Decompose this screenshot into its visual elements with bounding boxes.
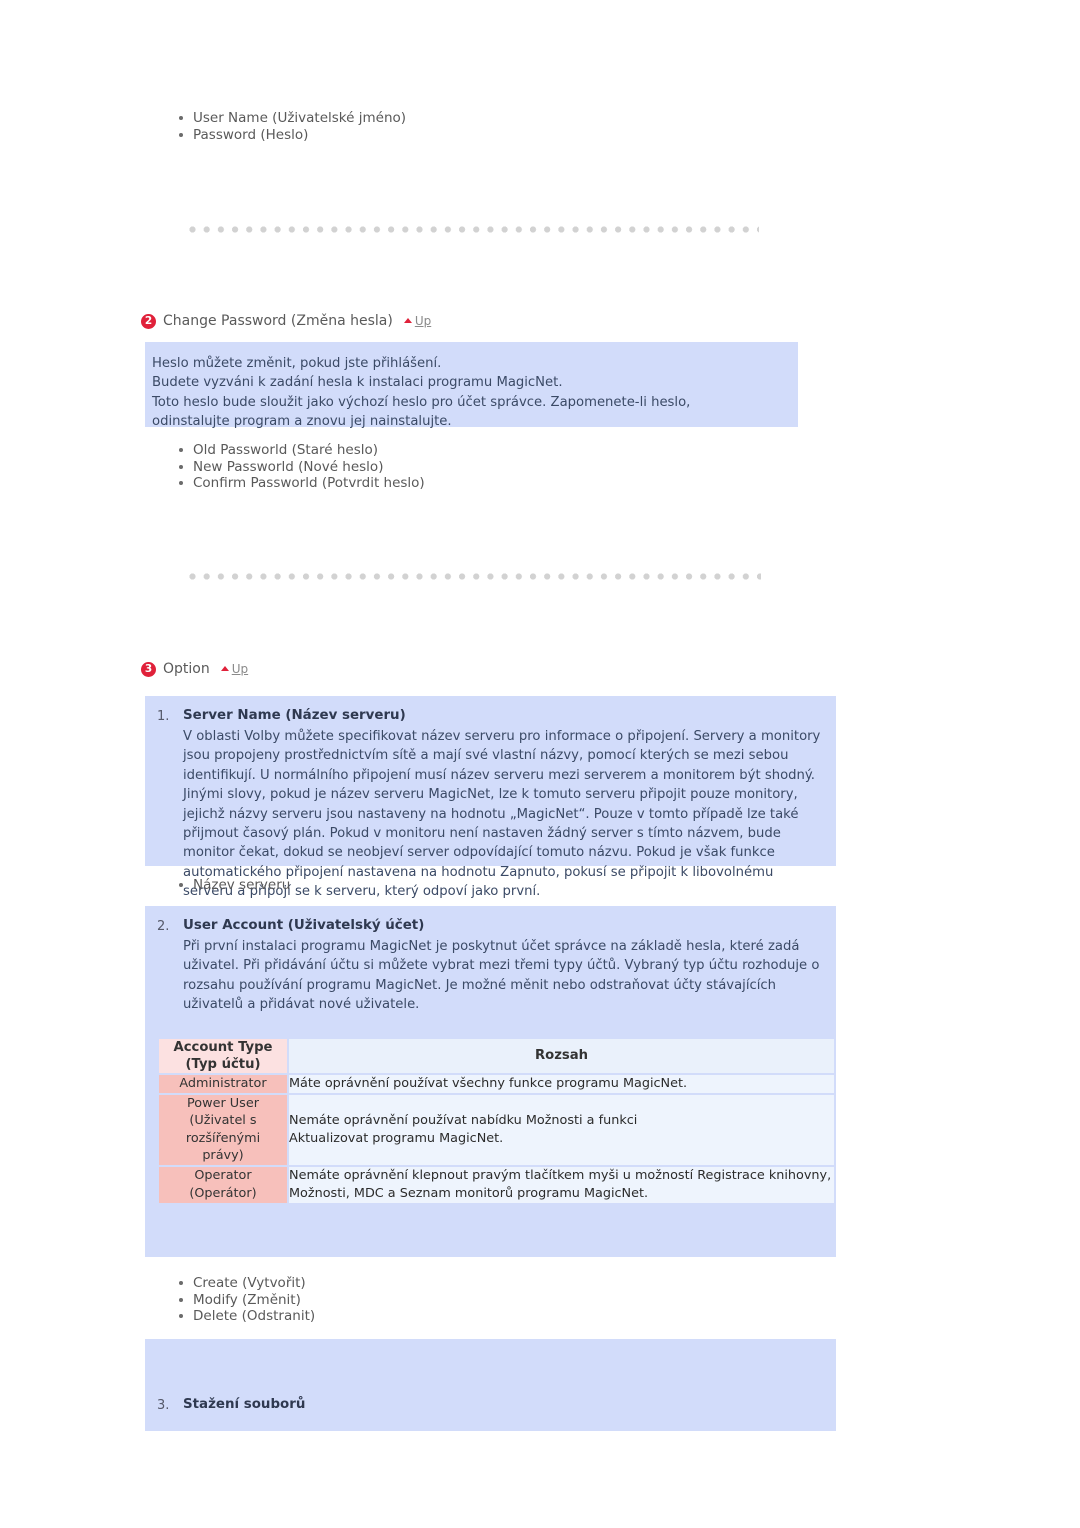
change-password-fields-list: Old Passworld (Staré heslo) New Passworl… [176,442,425,492]
document-page: User Name (Uživatelské jméno) Password (… [0,0,1080,1528]
server-name-panel: 1. Server Name (Název serveru) V oblasti… [145,696,836,899]
list-item: Password (Heslo) [176,127,406,144]
column-header-account-type: Account Type (Typ účtu) [159,1038,287,1073]
item-heading: Server Name (Název serveru) [183,708,406,723]
section-number-badge: 2 [141,313,156,329]
type-line: právy) [202,1148,244,1164]
section-title: Option [163,661,210,677]
dotted-separator [189,226,759,233]
server-name-bullets: Název serveru [176,877,290,894]
section-heading-option: 3 Option Up [141,661,248,677]
list-item: Create (Vytvořit) [176,1275,315,1292]
cell-scope: Nemáte oprávnění používat nabídku Možnos… [289,1094,834,1165]
column-header-scope: Rozsah [289,1038,834,1073]
cell-account-type: Operator (Operátor) [159,1166,287,1203]
type-line: (Uživatel s [189,1113,257,1129]
numbered-item-file-download: 3. Stažení souborů [157,1339,824,1416]
table-row: Operator (Operátor) Nemáte oprávnění kle… [159,1166,834,1203]
item-paragraph: V oblasti Volby můžete specifikovat náze… [183,729,821,900]
numbered-item-server-name: 1. Server Name (Název serveru) V oblasti… [157,706,824,902]
info-line: Budete vyzváni k zadání hesla k instalac… [152,375,563,391]
user-account-panel: 2. User Account (Uživatelský účet) Při p… [145,906,836,1257]
numbered-item-user-account: 2. User Account (Uživatelský účet) Při p… [157,916,828,1015]
item-index: 1. [157,709,170,724]
cell-account-type: Power User (Uživatel s rozšířenými právy… [159,1094,287,1165]
table-row: Administrator Máte oprávnění používat vš… [159,1074,834,1093]
type-line: rozšířenými [185,1130,261,1146]
section-heading-change-password: 2 Change Password (Změna hesla) Up [141,313,431,329]
list-item: Old Passworld (Staré heslo) [176,442,425,459]
cell-scope-text: Nemáte oprávnění používat nabídku Možnos… [289,1112,638,1146]
user-account-bullets: Create (Vytvořit) Modify (Změnit) Delete… [176,1275,315,1325]
list-item: Název serveru [176,877,290,894]
caret-up-icon [403,317,412,323]
dotted-separator [189,573,761,580]
up-link[interactable]: Up [403,314,432,328]
header-line-1: Account Type [173,1039,273,1055]
item-index: 3. [157,1398,170,1413]
header-line-2: (Typ účtu) [185,1056,261,1072]
cell-scope: Nemáte oprávnění klepnout pravým tlačítk… [289,1166,834,1203]
list-item: New Passworld (Nové heslo) [176,459,425,476]
up-link-label: Up [414,314,432,328]
type-line: Administrator [179,1075,267,1091]
up-link[interactable]: Up [220,662,249,676]
type-line: Operator [194,1168,252,1184]
change-password-info-panel: Heslo můžete změnit, pokud jste přihláše… [145,342,798,429]
list-item: User Name (Uživatelské jméno) [176,110,406,127]
account-table-wrapper: Account Type (Typ účtu) Rozsah Administr… [157,1037,836,1205]
item-paragraph: Při první instalaci programu MagicNet je… [183,939,820,1013]
file-download-panel: 3. Stažení souborů [145,1339,836,1431]
item-heading: User Account (Uživatelský účet) [183,918,425,933]
up-link-label: Up [231,662,249,676]
cell-account-type: Administrator [159,1074,287,1093]
cell-scope: Máte oprávnění používat všechny funkce p… [289,1074,834,1093]
table-header-row: Account Type (Typ účtu) Rozsah [159,1038,834,1073]
type-line: Power User [187,1095,259,1111]
account-type-table: Account Type (Typ účtu) Rozsah Administr… [157,1037,836,1205]
table-row: Power User (Uživatel s rozšířenými právy… [159,1094,834,1165]
info-line: Toto heslo bude sloužit jako výchozí hes… [152,394,691,429]
section-title: Change Password (Změna hesla) [163,313,393,329]
section-number-badge: 3 [141,661,156,677]
list-item: Confirm Passworld (Potvrdit heslo) [176,475,425,492]
item-heading: Stažení souborů [183,1397,306,1412]
list-item: Modify (Změnit) [176,1292,315,1309]
login-fields-list: User Name (Uživatelské jméno) Password (… [176,110,406,143]
type-line: (Operátor) [189,1185,257,1201]
item-index: 2. [157,919,170,934]
list-item: Delete (Odstranit) [176,1308,315,1325]
info-text: Heslo můžete změnit, pokud jste přihláše… [152,354,798,431]
caret-up-icon [220,665,229,671]
info-line: Heslo můžete změnit, pokud jste přihláše… [152,356,442,371]
